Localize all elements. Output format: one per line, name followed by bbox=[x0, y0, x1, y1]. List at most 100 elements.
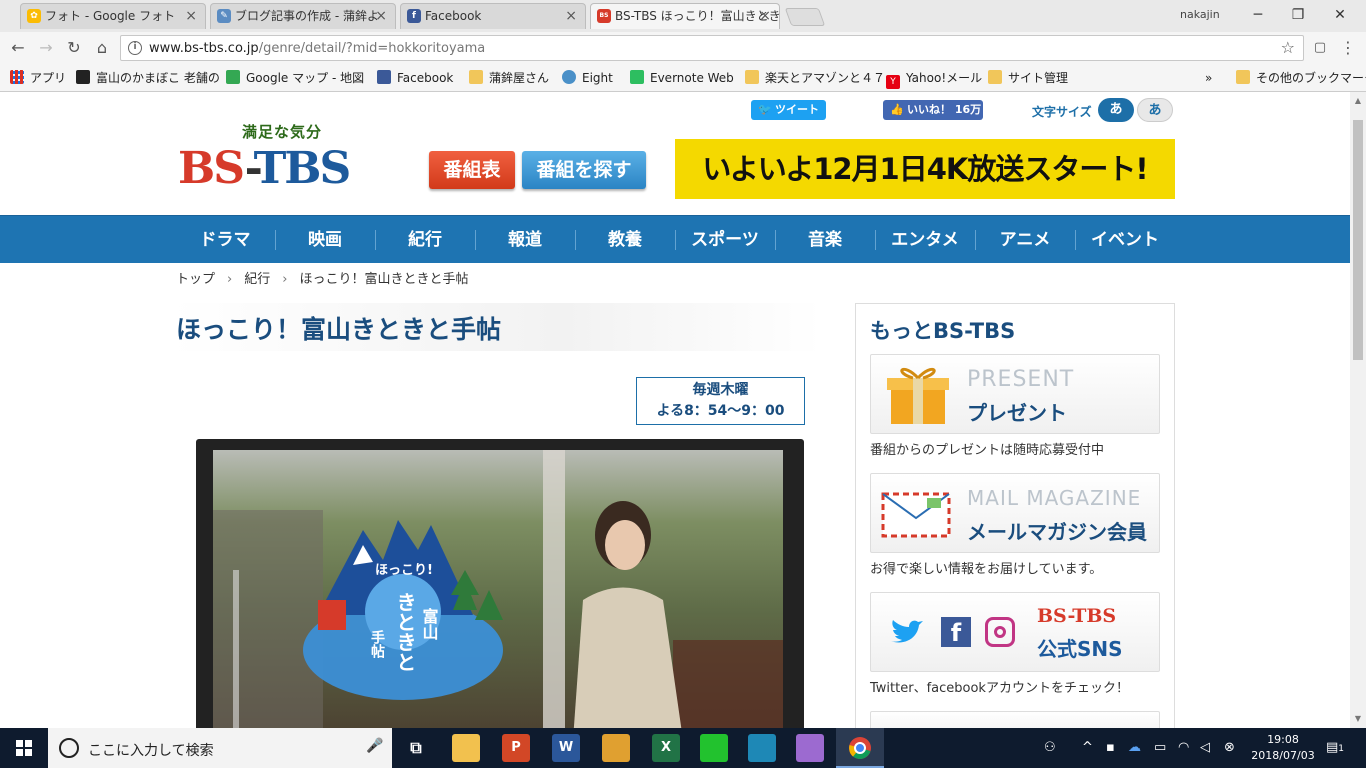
bookmark-other[interactable]: その他のブックマーク bbox=[1236, 70, 1366, 86]
close-icon[interactable]: × bbox=[565, 4, 577, 28]
search-placeholder: ここに入力して検索 bbox=[88, 743, 214, 759]
microphone-icon[interactable]: 🎤 bbox=[366, 738, 383, 754]
notification-icon[interactable]: ▤1 bbox=[1326, 740, 1344, 755]
nav-music[interactable]: 音楽 bbox=[775, 216, 875, 264]
close-window-icon[interactable]: ✕ bbox=[1326, 4, 1354, 26]
logo-tagline: 満足な気分 bbox=[242, 123, 323, 141]
tray-app-icon[interactable]: ▪ bbox=[1106, 740, 1115, 755]
nav-sports[interactable]: スポーツ bbox=[675, 216, 775, 264]
bookmark-google-maps[interactable]: Google マップ - 地図 bbox=[226, 70, 364, 86]
windows-taskbar: ここに入力して検索 🎤 ⧉ P W X ⚇ ^ ▪ ☁ ▭ ◠ ◁ ⊗ 19:0… bbox=[0, 728, 1366, 768]
breadcrumb-top[interactable]: トップ bbox=[176, 272, 215, 287]
nav-anime[interactable]: アニメ bbox=[975, 216, 1075, 264]
sns-label: 公式SNS bbox=[1037, 637, 1123, 661]
start-button[interactable] bbox=[0, 728, 48, 768]
url-text[interactable]: www.bs-tbs.co.jp/genre/detail/?mid=hokko… bbox=[149, 41, 485, 56]
app-green-icon[interactable] bbox=[700, 734, 728, 762]
chrome-icon bbox=[849, 737, 871, 759]
chrome-taskbar-button[interactable] bbox=[836, 728, 884, 768]
bookmark-folder-rakuten[interactable]: 楽天とアマゾンと４７ bbox=[745, 70, 885, 86]
back-icon[interactable]: ← bbox=[6, 36, 30, 60]
reload-icon[interactable]: ↻ bbox=[62, 36, 86, 60]
bookmarks-overflow-icon[interactable]: » bbox=[1205, 70, 1212, 86]
bookmark-evernote[interactable]: Evernote Web bbox=[630, 70, 734, 86]
scroll-down-icon[interactable]: ▼ bbox=[1353, 714, 1363, 723]
wifi-icon[interactable]: ◠ bbox=[1178, 740, 1189, 755]
file-explorer-icon[interactable] bbox=[452, 734, 480, 762]
logo-techo: 手帖 bbox=[369, 629, 385, 659]
find-program-button[interactable]: 番組を探す bbox=[522, 151, 646, 189]
nav-education[interactable]: 教養 bbox=[575, 216, 675, 264]
sns-card[interactable]: f BS-TBS 公式SNS bbox=[870, 592, 1160, 672]
tray-overflow-icon[interactable]: ^ bbox=[1082, 740, 1093, 755]
forward-icon[interactable]: → bbox=[34, 36, 58, 60]
photos-app-icon[interactable] bbox=[748, 734, 776, 762]
profile-name[interactable]: nakajin bbox=[1180, 8, 1220, 21]
app-icon[interactable] bbox=[602, 734, 630, 762]
font-size-small-button[interactable]: あ bbox=[1098, 98, 1134, 122]
nav-drama[interactable]: ドラマ bbox=[175, 216, 275, 264]
ime-icon[interactable]: ⊗ bbox=[1224, 740, 1235, 755]
close-icon[interactable]: × bbox=[375, 4, 387, 28]
schedule-button[interactable]: 番組表 bbox=[429, 151, 515, 189]
apps-grid-icon bbox=[10, 70, 24, 84]
font-size-label: 文字サイズ bbox=[1032, 105, 1092, 119]
nav-event[interactable]: イベント bbox=[1075, 216, 1175, 264]
folder-icon bbox=[1236, 70, 1250, 84]
sidebar-next-card[interactable] bbox=[870, 711, 1160, 728]
mail-magazine-card[interactable]: MAIL MAGAZINE メールマガジン会員 bbox=[870, 473, 1160, 553]
people-icon[interactable]: ⚇ bbox=[1044, 740, 1056, 755]
info-icon[interactable]: i bbox=[128, 41, 142, 55]
air-time: よる8：54〜9：00 bbox=[656, 403, 785, 419]
tab-blog-editor[interactable]: ✎ ブログ記事の作成 - 蒲鉾よ × bbox=[210, 3, 396, 29]
bookmark-folder-site-admin[interactable]: サイト管理 bbox=[988, 70, 1068, 86]
menu-icon[interactable]: ⋮ bbox=[1336, 36, 1360, 60]
bookmark-eight[interactable]: Eight bbox=[562, 70, 613, 86]
4k-broadcast-banner[interactable]: いよいよ12月1日4K放送スタート! bbox=[675, 139, 1175, 199]
tab-bs-tbs[interactable]: BS BS-TBS ほっこり！富山きときと手帖 × bbox=[590, 3, 780, 29]
onedrive-icon[interactable]: ☁ bbox=[1128, 740, 1141, 755]
facebook-like-button[interactable]: 👍 いいね！ 16万 bbox=[883, 100, 983, 120]
bookmark-apps[interactable]: アプリ bbox=[10, 70, 66, 86]
task-view-icon[interactable]: ⧉ bbox=[402, 734, 430, 762]
home-icon[interactable]: ⌂ bbox=[90, 36, 114, 60]
tweet-button[interactable]: 🐦 ツイート bbox=[751, 100, 826, 120]
clock[interactable]: 19:08 2018/07/03 bbox=[1250, 732, 1316, 764]
word-icon[interactable]: W bbox=[552, 734, 580, 762]
scroll-up-icon[interactable]: ▲ bbox=[1353, 96, 1363, 105]
evernote-icon bbox=[630, 70, 644, 84]
nav-news[interactable]: 報道 bbox=[475, 216, 575, 264]
volume-icon[interactable]: ◁ bbox=[1200, 740, 1210, 755]
gift-icon bbox=[887, 367, 949, 424]
tab-title: BS-TBS ほっこり！富山きときと手帖 bbox=[615, 9, 780, 23]
bookmark-kamaboko[interactable]: 富山のかまぼこ 老舗の bbox=[76, 70, 220, 86]
new-tab-button[interactable] bbox=[784, 8, 826, 26]
scrollbar-thumb[interactable] bbox=[1353, 120, 1363, 360]
font-size-large-button[interactable]: あ bbox=[1137, 98, 1173, 122]
tab-google-photos[interactable]: ✿ フォト - Google フォト × bbox=[20, 3, 206, 29]
bookmark-facebook[interactable]: Facebook bbox=[377, 70, 453, 86]
yahoo-icon: Y bbox=[886, 75, 900, 89]
excel-icon[interactable]: X bbox=[652, 734, 680, 762]
page-scrollbar[interactable]: ▲ ▼ bbox=[1350, 92, 1366, 728]
bookmark-star-icon[interactable]: ☆ bbox=[1281, 38, 1295, 57]
nav-travel[interactable]: 紀行 bbox=[375, 216, 475, 264]
bookmark-yahoo-mail[interactable]: Y Yahoo!メール bbox=[886, 70, 982, 89]
powerpoint-icon[interactable]: P bbox=[502, 734, 530, 762]
close-icon[interactable]: × bbox=[759, 4, 771, 28]
restore-icon[interactable]: ❐ bbox=[1284, 4, 1312, 26]
nav-entertainment[interactable]: エンタメ bbox=[875, 216, 975, 264]
present-card[interactable]: PRESENT プレゼント bbox=[870, 354, 1160, 434]
nav-movie[interactable]: 映画 bbox=[275, 216, 375, 264]
address-bar[interactable]: i www.bs-tbs.co.jp/genre/detail/?mid=hok… bbox=[120, 35, 1304, 61]
taskbar-search[interactable]: ここに入力して検索 🎤 bbox=[48, 728, 392, 768]
close-icon[interactable]: × bbox=[185, 4, 197, 28]
extension-icon[interactable]: ▢ bbox=[1308, 36, 1332, 60]
paint-icon[interactable] bbox=[796, 734, 824, 762]
mail-en: MAIL MAGAZINE bbox=[967, 486, 1142, 510]
tab-facebook[interactable]: f Facebook × bbox=[400, 3, 586, 29]
breadcrumb-travel[interactable]: 紀行 bbox=[244, 272, 270, 287]
battery-icon[interactable]: ▭ bbox=[1154, 740, 1166, 755]
bookmark-folder-kamabokoya[interactable]: 蒲鉾屋さん bbox=[469, 70, 549, 86]
minimize-icon[interactable]: ─ bbox=[1244, 4, 1272, 26]
